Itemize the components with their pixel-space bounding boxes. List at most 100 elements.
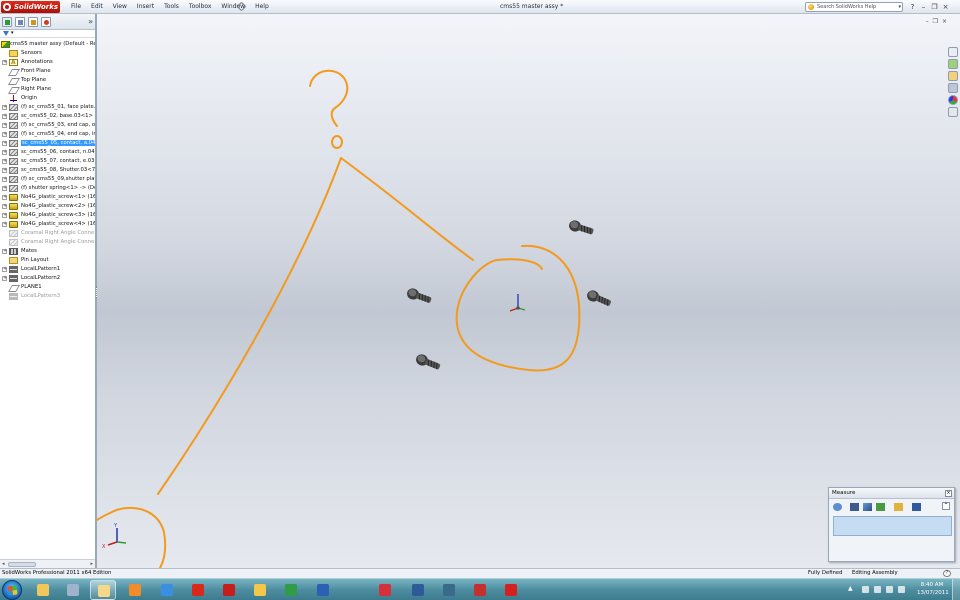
projected-on-icon[interactable] bbox=[894, 503, 903, 511]
volume-icon[interactable] bbox=[886, 586, 893, 593]
menu-tools[interactable]: Tools bbox=[159, 0, 184, 14]
taskbar-media-player-button[interactable] bbox=[122, 580, 148, 600]
expand-node-icon[interactable]: + bbox=[2, 186, 7, 191]
taskbar-outlook-button[interactable] bbox=[247, 580, 273, 600]
tree-node[interactable]: PLANE1 bbox=[0, 283, 95, 292]
tree-filter[interactable]: ▾ bbox=[0, 30, 95, 38]
menu-file[interactable]: File bbox=[66, 0, 86, 14]
expand-node-icon[interactable]: + bbox=[2, 123, 7, 128]
tab-display-manager[interactable] bbox=[41, 17, 51, 27]
search-dropdown-icon[interactable]: ▾ bbox=[898, 3, 901, 11]
menu-view[interactable]: View bbox=[108, 0, 132, 14]
tree-node[interactable]: + sc_cms55_08, Shutter.03<7> bbox=[0, 166, 95, 175]
expand-node-icon[interactable]: + bbox=[2, 150, 7, 155]
screw-3[interactable] bbox=[585, 289, 612, 309]
tree-node[interactable]: + Annotations bbox=[0, 58, 95, 67]
language-icon[interactable] bbox=[898, 586, 905, 593]
taskbar-explorer-button[interactable] bbox=[30, 580, 56, 600]
help-menu-button[interactable]: ? bbox=[907, 0, 918, 14]
tab-configuration-manager[interactable] bbox=[28, 17, 38, 27]
tree-node[interactable]: + (f) sc_cms55_09,shutter plate bbox=[0, 175, 95, 184]
expand-node-icon[interactable]: + bbox=[2, 168, 7, 173]
design-library-icon[interactable] bbox=[948, 59, 958, 69]
menu-insert[interactable]: Insert bbox=[132, 0, 159, 14]
tree-node[interactable]: + (f) sc_cms55_01, face plate.0 bbox=[0, 103, 95, 112]
measure-title-bar[interactable]: Measure × bbox=[829, 488, 954, 499]
restore-button[interactable]: ❐ bbox=[929, 0, 940, 14]
tree-node[interactable]: + sc_cms55_06, contact, n.04< bbox=[0, 148, 95, 157]
point-to-point-icon[interactable] bbox=[876, 503, 885, 511]
tree-node[interactable]: + No4G_plastic_screw<2> (16n bbox=[0, 202, 95, 211]
tree-horizontal-scrollbar[interactable]: ◂ ▸ bbox=[0, 559, 95, 568]
expand-node-icon[interactable]: + bbox=[2, 159, 7, 164]
filter-dropdown-icon[interactable]: ▾ bbox=[11, 30, 14, 37]
close-button[interactable]: × bbox=[940, 0, 951, 14]
taskbar-word-button[interactable] bbox=[310, 580, 336, 600]
screw-2[interactable] bbox=[405, 287, 432, 306]
menu-edit[interactable]: Edit bbox=[86, 0, 108, 14]
tree-node[interactable]: + (f) sc_cms55_03, end cap, ou bbox=[0, 121, 95, 130]
measure-close-button[interactable]: × bbox=[945, 490, 952, 497]
expand-node-icon[interactable]: + bbox=[2, 60, 7, 65]
clock-time[interactable]: 8:40 AM bbox=[917, 582, 947, 588]
view-palette-icon[interactable] bbox=[948, 83, 958, 93]
tree-node[interactable]: + No4G_plastic_screw<4> (16n bbox=[0, 220, 95, 229]
expand-node-icon[interactable]: + bbox=[2, 177, 7, 182]
expand-node-icon[interactable]: + bbox=[2, 249, 7, 254]
tree-node[interactable]: + (f) shutter spring<1> -> (De bbox=[0, 184, 95, 193]
minimize-button[interactable]: – bbox=[918, 0, 929, 14]
tree-node[interactable]: + sc_cms55_02, base.03<1> -> bbox=[0, 112, 95, 121]
clock-date[interactable]: 13/07/2011 bbox=[917, 590, 949, 596]
tree-node[interactable]: Right Plane bbox=[0, 85, 95, 94]
tree-node[interactable]: + No4G_plastic_screw<1> (16n bbox=[0, 193, 95, 202]
arc-circle-measure-icon[interactable] bbox=[833, 503, 842, 511]
menu-help[interactable]: Help bbox=[250, 0, 274, 14]
save-sensor-icon[interactable] bbox=[912, 503, 921, 511]
expand-node-icon[interactable]: + bbox=[2, 204, 7, 209]
file-explorer-icon[interactable] bbox=[948, 71, 958, 81]
show-xyz-icon[interactable] bbox=[863, 503, 872, 511]
taskbar-calculator-button[interactable] bbox=[60, 580, 86, 600]
screw-1[interactable] bbox=[568, 219, 595, 237]
expand-node-icon[interactable]: + bbox=[2, 114, 7, 119]
graphics-viewport[interactable]: – ❐ × Y X bbox=[97, 14, 960, 568]
network-icon[interactable] bbox=[874, 586, 881, 593]
taskbar-photoshop-button[interactable] bbox=[405, 580, 431, 600]
tree-node[interactable]: Front Plane bbox=[0, 67, 95, 76]
show-desktop-button[interactable] bbox=[952, 579, 960, 600]
taskbar-solidworks-2-button[interactable] bbox=[216, 580, 242, 600]
tree-node[interactable]: + No4G_plastic_screw<3> (16n bbox=[0, 211, 95, 220]
menu-toolbox[interactable]: Toolbox bbox=[184, 0, 217, 14]
task-pane-home-icon[interactable] bbox=[948, 47, 958, 57]
taskbar-ie-button[interactable] bbox=[154, 580, 180, 600]
scroll-right-icon[interactable]: ▸ bbox=[90, 560, 93, 568]
tree-node[interactable]: + sc_cms55_07, contact, e.03< bbox=[0, 157, 95, 166]
tree-node[interactable]: Pin Layout bbox=[0, 256, 95, 265]
taskbar-acrobat-button[interactable] bbox=[498, 580, 524, 600]
scroll-thumb[interactable] bbox=[8, 562, 36, 567]
expand-node-icon[interactable]: + bbox=[2, 213, 7, 218]
expand-node-icon[interactable]: + bbox=[2, 141, 7, 146]
tree-node[interactable]: + Mates bbox=[0, 247, 95, 256]
tree-node[interactable]: + LocalLPattern2 bbox=[0, 274, 95, 283]
scroll-left-icon[interactable]: ◂ bbox=[2, 560, 5, 568]
screw-4[interactable] bbox=[414, 353, 441, 373]
tree-node[interactable]: LocalLPattern3 bbox=[0, 292, 95, 301]
tree-node[interactable]: Coramal Right Angle Conne bbox=[0, 238, 95, 247]
expand-node-icon[interactable]: + bbox=[2, 195, 7, 200]
expand-panel-icon[interactable]: » bbox=[88, 14, 93, 30]
taskbar-solidworks-button[interactable] bbox=[185, 580, 211, 600]
units-precision-icon[interactable] bbox=[850, 503, 859, 511]
quick-tips-icon[interactable]: ? bbox=[943, 570, 951, 577]
tree-node[interactable]: Origin bbox=[0, 94, 95, 103]
help-search-input[interactable]: Search SolidWorks Help ▾ bbox=[805, 2, 903, 12]
appearances-icon[interactable] bbox=[948, 95, 958, 105]
custom-properties-icon[interactable] bbox=[948, 107, 958, 117]
expand-node-icon[interactable]: + bbox=[2, 105, 7, 110]
action-center-icon[interactable] bbox=[862, 586, 869, 593]
taskbar-photo-button[interactable] bbox=[372, 580, 398, 600]
tree-root-node[interactable]: cms55 master assy (Default - Re bbox=[0, 40, 95, 49]
tree-node[interactable]: + sc_cms55_05, contact, a.04< bbox=[0, 139, 95, 148]
taskbar-folder-button[interactable] bbox=[90, 580, 116, 600]
expand-node-icon[interactable]: + bbox=[2, 132, 7, 137]
